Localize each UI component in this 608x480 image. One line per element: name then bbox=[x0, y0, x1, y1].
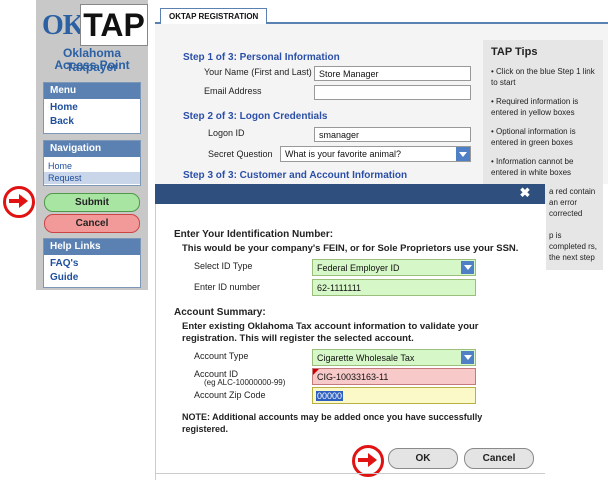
tip-item: • Click on the blue Step 1 link to start bbox=[491, 67, 595, 87]
help-faq-link[interactable]: FAQ's bbox=[44, 255, 140, 269]
id-type-select[interactable]: Federal Employer ID bbox=[312, 259, 476, 276]
secret-question-label: Secret Question bbox=[208, 149, 273, 159]
zip-label: Account Zip Code bbox=[194, 390, 266, 400]
help-links-box: Help Links FAQ's Guide bbox=[43, 238, 141, 288]
step1-link[interactable]: Step 1 of 3: Personal Information bbox=[183, 52, 340, 63]
error-flag-icon bbox=[313, 369, 319, 375]
close-icon[interactable]: ✖ bbox=[518, 186, 532, 200]
account-summary-text-2: registration. This will register the sel… bbox=[182, 333, 414, 344]
account-type-value: Cigarette Wholesale Tax bbox=[317, 353, 415, 363]
step3-link[interactable]: Step 3 of 3: Customer and Account Inform… bbox=[183, 170, 407, 181]
chevron-down-icon[interactable] bbox=[461, 261, 474, 274]
email-input[interactable] bbox=[314, 85, 471, 100]
id-subheading: This would be your company's FEIN, or fo… bbox=[182, 243, 519, 254]
id-heading: Enter Your Identification Number: bbox=[174, 229, 334, 240]
modal-cancel-button[interactable]: Cancel bbox=[464, 448, 534, 469]
menu-title: Menu bbox=[44, 83, 140, 99]
nav-request-link[interactable]: Request bbox=[44, 172, 140, 184]
step2-link[interactable]: Step 2 of 3: Logon Credentials bbox=[183, 111, 327, 122]
account-id-hint: (eg ALC-10000000-99) bbox=[204, 378, 286, 387]
tip-item: p is completed rs, the next step bbox=[549, 231, 598, 262]
tip-item: • Optional information is entered in gre… bbox=[491, 127, 576, 147]
tap-tips-title: TAP Tips bbox=[491, 46, 538, 58]
tip-item: • Required information is entered in yel… bbox=[491, 97, 579, 117]
oktap-logo: OK TAP Oklahoma Taxpayer Access Point bbox=[36, 0, 148, 74]
menu-back-link[interactable]: Back bbox=[44, 113, 140, 127]
name-label: Your Name (First and Last) bbox=[204, 67, 312, 77]
tip-item: a red contain an error corrected bbox=[549, 187, 596, 218]
id-number-input[interactable]: 62-1111111 bbox=[312, 279, 476, 296]
logon-id-label: Logon ID bbox=[208, 128, 245, 138]
ok-button[interactable]: OK bbox=[388, 448, 458, 469]
modal-title-bar bbox=[155, 184, 545, 204]
menu-home-link[interactable]: Home bbox=[44, 99, 140, 113]
account-summary-text-1: Enter existing Oklahoma Tax account info… bbox=[182, 321, 479, 332]
navigation-box: Navigation Home Request bbox=[43, 140, 141, 186]
submit-button[interactable]: Submit bbox=[44, 193, 140, 212]
sidebar-cancel-button[interactable]: Cancel bbox=[44, 214, 140, 233]
account-type-label: Account Type bbox=[194, 351, 249, 361]
help-links-title: Help Links bbox=[44, 239, 140, 255]
id-number-label: Enter ID number bbox=[194, 282, 261, 292]
tip-item: • Information cannot be entered in white… bbox=[491, 157, 574, 177]
chevron-down-icon[interactable] bbox=[461, 351, 474, 364]
menu-box: Menu Home Back bbox=[43, 82, 141, 134]
chevron-down-icon[interactable] bbox=[456, 147, 470, 161]
logo-line2: Access Point bbox=[54, 58, 130, 72]
zip-input[interactable]: 00000 bbox=[312, 387, 476, 404]
account-summary-heading: Account Summary: bbox=[174, 307, 266, 318]
secret-question-select[interactable]: What is your favorite animal? bbox=[280, 146, 471, 162]
logo-ok: OK bbox=[42, 10, 85, 41]
tab-oktap-registration[interactable]: OKTAP REGISTRATION bbox=[160, 8, 268, 25]
account-id-value: CIG-10033163-11 bbox=[317, 372, 389, 382]
name-input[interactable]: Store Manager bbox=[314, 66, 471, 81]
navigation-title: Navigation bbox=[44, 141, 140, 157]
email-label: Email Address bbox=[204, 86, 262, 96]
account-id-input[interactable]: CIG-10033163-11 bbox=[312, 368, 476, 385]
note-line-1: NOTE: Additional accounts may be added o… bbox=[182, 412, 483, 422]
logon-id-input[interactable]: smanager bbox=[314, 127, 471, 142]
logo-tap: TAP bbox=[80, 4, 148, 46]
id-type-label: Select ID Type bbox=[194, 261, 253, 271]
submit-arrow-marker-icon bbox=[3, 186, 35, 218]
help-guide-link[interactable]: Guide bbox=[44, 269, 140, 283]
divider bbox=[155, 473, 545, 474]
note-line-2: registered. bbox=[182, 424, 229, 434]
nav-home-link[interactable]: Home bbox=[44, 160, 140, 172]
account-type-select[interactable]: Cigarette Wholesale Tax bbox=[312, 349, 476, 366]
zip-value: 00000 bbox=[316, 391, 344, 401]
id-type-value: Federal Employer ID bbox=[317, 263, 400, 273]
secret-question-value: What is your favorite animal? bbox=[285, 149, 402, 159]
